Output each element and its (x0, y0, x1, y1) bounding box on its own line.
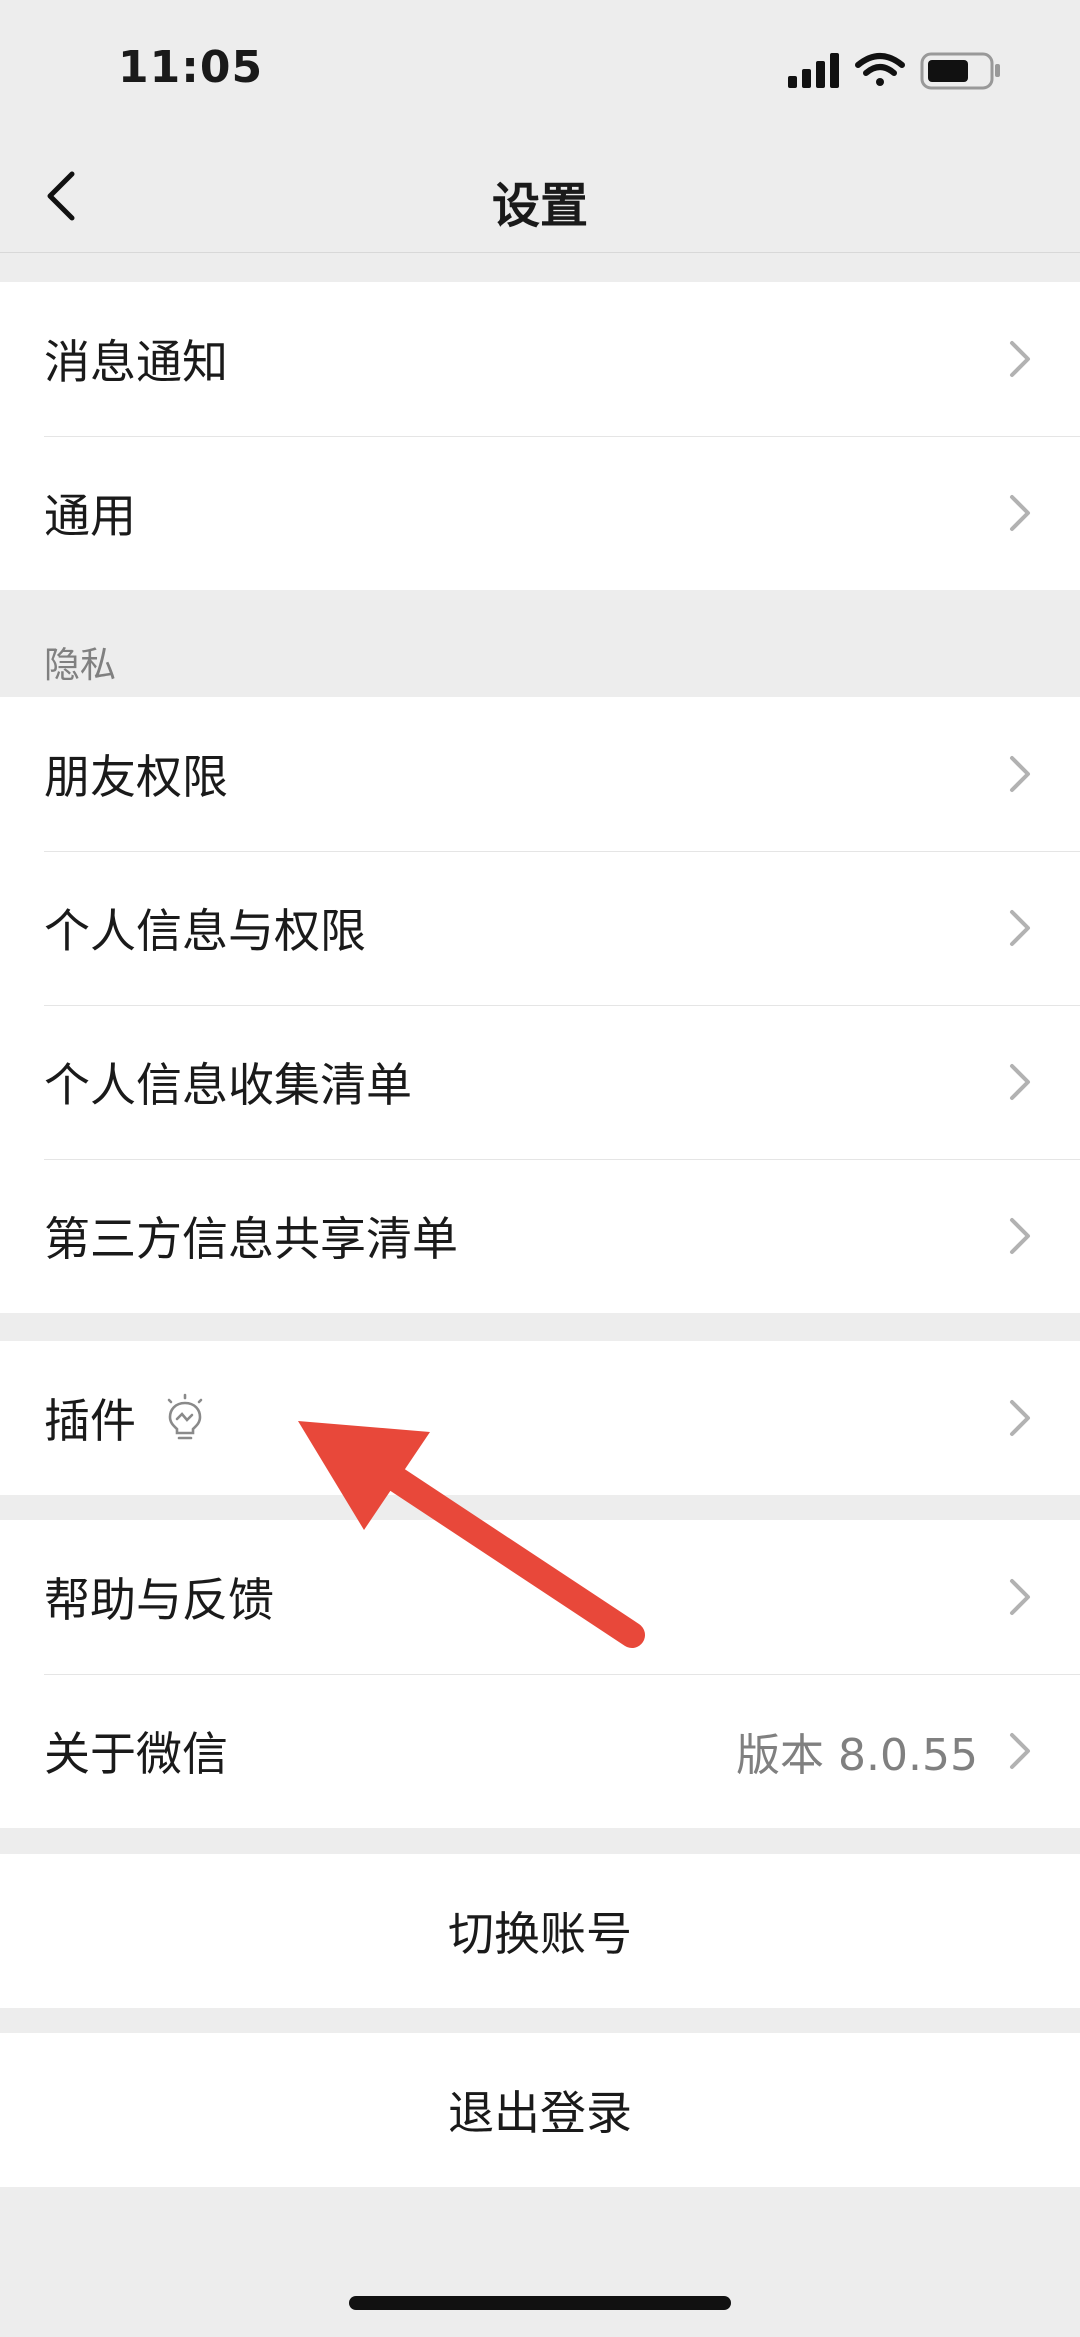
battery-icon (920, 52, 1000, 90)
home-indicator (349, 2296, 731, 2310)
chevron-right-icon (1010, 341, 1030, 377)
logout-button[interactable]: 退出登录 (0, 2033, 1080, 2187)
row-label: 帮助与反馈 (44, 1573, 274, 1627)
setting-row-friend-permissions[interactable]: 朋友权限 (0, 697, 1080, 851)
nav-bar: 设置 (0, 140, 1080, 253)
section-header-privacy: 隐私 (44, 645, 117, 686)
button-label: 退出登录 (448, 2086, 632, 2140)
setting-row-help-feedback[interactable]: 帮助与反馈 (0, 1520, 1080, 1674)
setting-row-third-party-sharing-list[interactable]: 第三方信息共享清单 (0, 1159, 1080, 1313)
settings-group-general: 消息通知 通用 (0, 282, 1080, 590)
page-title: 设置 (491, 178, 588, 234)
row-label: 消息通知 (44, 335, 228, 389)
chevron-right-icon (1010, 1733, 1030, 1769)
setting-row-notifications[interactable]: 消息通知 (0, 282, 1080, 436)
row-label: 通用 (44, 489, 136, 543)
row-label: 个人信息与权限 (44, 904, 366, 958)
switch-account-button[interactable]: 切换账号 (0, 1854, 1080, 2008)
row-label: 关于微信 (44, 1727, 228, 1781)
chevron-right-icon (1010, 910, 1030, 946)
setting-row-personal-info-permissions[interactable]: 个人信息与权限 (0, 851, 1080, 1005)
setting-row-general[interactable]: 通用 (0, 436, 1080, 590)
settings-group-plugins: 插件 (0, 1341, 1080, 1495)
row-label: 朋友权限 (44, 750, 228, 804)
chevron-right-icon (1010, 1579, 1030, 1615)
status-bar: 11:05 (0, 0, 1080, 140)
switch-account-group: 切换账号 (0, 1854, 1080, 2008)
setting-row-about-wechat[interactable]: 关于微信 版本 8.0.55 (0, 1674, 1080, 1828)
chevron-right-icon (1010, 1218, 1030, 1254)
chevron-right-icon (1010, 1064, 1030, 1100)
logout-group: 退出登录 (0, 2033, 1080, 2187)
row-label: 第三方信息共享清单 (44, 1212, 458, 1266)
status-time: 11:05 (118, 42, 264, 93)
lightbulb-icon (167, 1393, 203, 1440)
chevron-right-icon (1010, 756, 1030, 792)
settings-group-about: 帮助与反馈 关于微信 版本 8.0.55 (0, 1520, 1080, 1828)
wifi-icon (855, 53, 905, 86)
signal-icon (788, 53, 839, 88)
setting-row-plugins[interactable]: 插件 (0, 1341, 1080, 1495)
settings-group-privacy: 朋友权限 个人信息与权限 个人信息收集清单 第三方信息共享清单 (0, 697, 1080, 1313)
row-label: 个人信息收集清单 (44, 1058, 412, 1112)
setting-row-info-collection-list[interactable]: 个人信息收集清单 (0, 1005, 1080, 1159)
status-icons (788, 52, 1000, 90)
chevron-right-icon (1010, 1400, 1030, 1436)
version-value: 版本 8.0.55 (736, 1730, 978, 1781)
button-label: 切换账号 (448, 1907, 632, 1961)
row-label: 插件 (44, 1394, 136, 1448)
chevron-right-icon (1010, 495, 1030, 531)
